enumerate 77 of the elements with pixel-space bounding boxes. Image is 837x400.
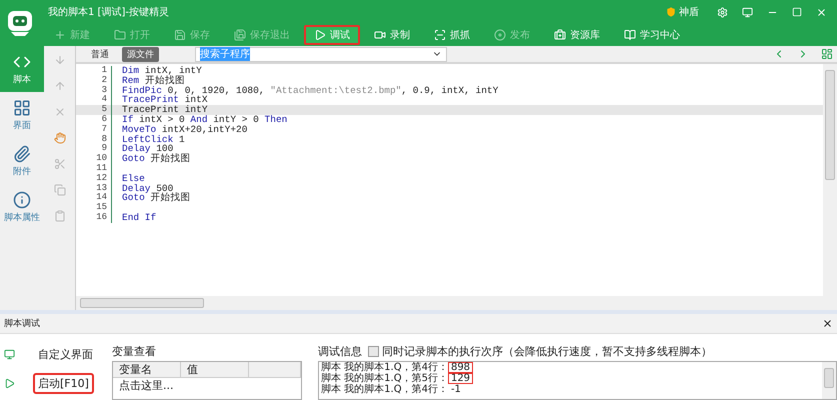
sidebar-item[interactable]: 脚本: [0, 46, 44, 92]
shield-icon: [666, 7, 676, 17]
log-line: 脚本 我的脚本1.Q，第5行：: [321, 373, 448, 384]
code-line: 11: [76, 164, 823, 174]
search-field[interactable]: 搜索子程序: [195, 46, 447, 62]
info-icon: [13, 190, 31, 208]
window-icon: [4, 349, 15, 360]
robot-logo-icon: [5, 8, 35, 38]
move-down-icon[interactable]: [54, 54, 66, 66]
code-line: 14 Goto 开始找图: [76, 193, 823, 204]
code-line: 8 LeftClick 1: [76, 134, 823, 144]
cut-icon[interactable]: [54, 158, 66, 170]
code-line: 7 MoveTo intX+20,intY+20: [76, 124, 823, 135]
layout-icon[interactable]: [821, 48, 833, 60]
save-exit-icon: [234, 29, 246, 41]
horizontal-scrollbar[interactable]: [76, 296, 837, 310]
log-value: 129: [448, 373, 474, 384]
code-line: 9 Delay 100: [76, 144, 823, 154]
editor-tab[interactable]: 源文件: [122, 46, 159, 62]
action-button[interactable]: 启动[F10]: [33, 373, 94, 394]
code-line: 13 Delay 500: [76, 184, 823, 194]
play-icon: [4, 378, 15, 389]
sidebar-item[interactable]: 脚本属性: [0, 184, 44, 230]
paste-icon[interactable]: [54, 210, 66, 222]
disc-icon: [494, 29, 506, 41]
play-icon: [314, 29, 326, 41]
video-camera-icon: [374, 29, 386, 41]
table-cell[interactable]: 点击这里...: [113, 378, 181, 394]
sidebar-item[interactable]: 附件: [0, 138, 44, 184]
paperclip-icon: [13, 144, 31, 162]
close-icon[interactable]: [822, 318, 833, 329]
section-title: 调试信息: [318, 344, 362, 359]
code-line: 6 If intX > 0 And intY > 0 Then: [76, 114, 823, 125]
toolbar-button[interactable]: 学习中心: [614, 25, 690, 45]
window-title: 我的脚本1 [调试]-按键精灵: [48, 6, 170, 19]
plus-icon: [54, 29, 66, 41]
code-line: 10 Goto 开始找图: [76, 154, 823, 164]
kit-icon: [554, 29, 566, 41]
code-line: 12 Else: [76, 174, 823, 184]
code-line: 15: [76, 203, 823, 213]
delete-icon[interactable]: [54, 106, 66, 118]
shield-link[interactable]: 神盾: [679, 5, 699, 19]
code-line: 3 FindPic 0, 0, 1920, 1080, "Attachment:\test2.bmp", 0.9, intX, intY: [76, 86, 823, 96]
vertical-scrollbar[interactable]: [822, 362, 836, 399]
section-title: 变量查看: [112, 344, 157, 359]
sidebar-item[interactable]: 界面: [0, 92, 44, 138]
toolbar-button[interactable]: 抓抓: [424, 25, 480, 45]
settings-icon[interactable]: [717, 6, 728, 18]
editor-tab[interactable]: 普通: [86, 46, 114, 62]
code-line: 1 Dim intX, intY: [76, 66, 823, 76]
save-icon: [174, 29, 186, 41]
log-value: -1: [450, 384, 462, 395]
panel-title: 脚本调试: [4, 318, 40, 330]
checkbox[interactable]: [368, 346, 379, 357]
log-line: 脚本 我的脚本1.Q，第4行：: [321, 362, 448, 373]
blank-column-header: [249, 362, 301, 378]
move-up-icon[interactable]: [54, 80, 66, 92]
book-icon: [624, 29, 636, 41]
folder-icon: [114, 29, 126, 41]
maximize-icon[interactable]: [792, 7, 802, 17]
copy-icon[interactable]: [54, 184, 66, 196]
code-line: 2 Rem 开始找图: [76, 76, 823, 86]
grid-icon: [13, 98, 31, 116]
log-line: 脚本 我的脚本1.Q，第4行：: [321, 384, 448, 395]
column-header: 变量名: [113, 362, 181, 378]
toolbar-button[interactable]: 调试: [304, 25, 360, 45]
vertical-scrollbar[interactable]: [823, 64, 837, 296]
code-line: 16 End If: [76, 212, 823, 223]
toolbar-button[interactable]: 资源库: [544, 25, 610, 45]
log-value: 898: [448, 362, 474, 373]
mini-mode-icon[interactable]: [742, 6, 753, 18]
action-button[interactable]: 自定义界面: [33, 344, 98, 365]
capture-icon: [434, 29, 446, 41]
column-header: 值: [181, 362, 249, 378]
hand-icon[interactable]: [54, 132, 66, 144]
toolbar-button[interactable]: 录制: [364, 25, 420, 45]
checkbox-label: 同时记录脚本的执行次序（会降低执行速度，暂不支持多线程脚本）: [382, 344, 712, 359]
